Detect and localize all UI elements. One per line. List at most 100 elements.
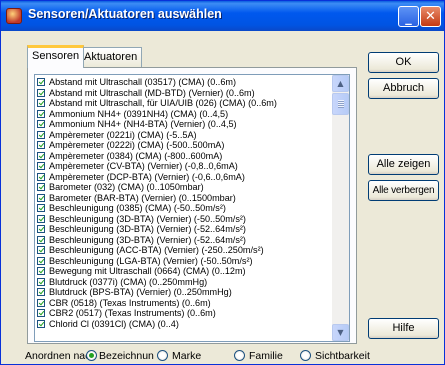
sensor-list: Abstand mit Ultraschall (03517) (CMA) (0…	[37, 77, 331, 329]
dialog-window: Sensoren/Aktuatoren auswählen _ ✕ Sensor…	[0, 0, 445, 365]
list-item[interactable]: Beschleunigung (3D-BTA) (Vernier) (-50..…	[37, 214, 331, 225]
list-item[interactable]: Abstand mit Ultraschall, für UIA/UIB (02…	[37, 98, 331, 109]
checkbox-checked-icon[interactable]	[37, 172, 45, 181]
list-item[interactable]: Beschleunigung (ACC-BTA) (Vernier) (-250…	[37, 245, 331, 256]
list-item-label: Beschleunigung (LGA-BTA) (Vernier) (-50.…	[49, 255, 253, 266]
list-item[interactable]: CBR (0518) (Texas Instruments) (0..6m)	[37, 298, 331, 309]
radio-bezeichnung[interactable]	[86, 350, 97, 361]
list-item-label: Beschleunigung (0385) (CMA) (-50..50m/s²…	[49, 203, 226, 213]
checkbox-checked-icon[interactable]	[37, 193, 45, 202]
list-item[interactable]: Chlorid Cl (0391Cl) (CMA) (0..4)	[37, 319, 331, 330]
tab-aktuatoren[interactable]: Aktuatoren	[79, 47, 143, 67]
close-button[interactable]: ✕	[420, 6, 441, 27]
list-item[interactable]: Ammonium NH4+ (0391NH4) (CMA) (0..4,5)	[37, 109, 331, 120]
list-item-label: Blutdruck (0377i) (CMA) (0..250mmHg)	[49, 276, 208, 287]
minimize-icon: _	[405, 11, 412, 26]
ok-button[interactable]: OK	[368, 52, 439, 73]
list-item-label: Beschleunigung (3D-BTA) (Vernier) (-50..…	[49, 213, 246, 224]
checkbox-checked-icon[interactable]	[37, 120, 45, 128]
list-item-label: Beschleunigung (ACC-BTA) (Vernier) (-250…	[49, 245, 264, 255]
checkbox-checked-icon[interactable]	[37, 319, 45, 328]
checkbox-checked-icon[interactable]	[37, 246, 45, 254]
window-title: Sensoren/Aktuatoren auswählen	[28, 7, 222, 21]
list-item-label: Barometer (BAR-BTA) (Vernier) (0..1500mb…	[49, 192, 236, 203]
checkbox-checked-icon[interactable]	[37, 309, 45, 317]
list-item[interactable]: Barometer (032) (CMA) (0..1050mbar)	[37, 182, 331, 193]
list-item[interactable]: Blutdruck (BPS-BTA) (Vernier) (0..250mmH…	[37, 287, 331, 298]
checkbox-checked-icon[interactable]	[37, 214, 45, 223]
checkbox-checked-icon[interactable]	[37, 109, 45, 118]
list-item-label: Beschleunigung (3D-BTA) (Vernier) (-52..…	[49, 234, 246, 245]
list-item-label: Ampèremeter (0221i) (CMA) (-5..5A)	[49, 129, 197, 140]
list-item[interactable]: Ampèremeter (0384) (CMA) (-800..600mA)	[37, 151, 331, 162]
checkbox-checked-icon[interactable]	[37, 204, 45, 212]
list-item[interactable]: Beschleunigung (3D-BTA) (Vernier) (-52..…	[37, 235, 331, 246]
list-item[interactable]: CBR2 (0517) (Texas Instruments) (0..6m)	[37, 308, 331, 319]
radio-bezeichnung-label[interactable]: Bezeichnun	[99, 350, 154, 362]
list-item[interactable]: Ampèremeter (CV-BTA) (Vernier) (-0,8..0,…	[37, 161, 331, 172]
list-item[interactable]: Ammonium NH4+ (NH4-BTA) (Vernier) (0..4,…	[37, 119, 331, 130]
list-item[interactable]: Blutdruck (0377i) (CMA) (0..250mmHg)	[37, 277, 331, 288]
scroll-down-button[interactable]: ▼	[332, 324, 349, 341]
radio-familie[interactable]	[234, 350, 245, 361]
abbruch-button[interactable]: Abbruch	[368, 78, 439, 99]
checkbox-checked-icon[interactable]	[37, 151, 45, 160]
checkbox-checked-icon[interactable]	[37, 277, 45, 286]
checkbox-checked-icon[interactable]	[37, 99, 45, 107]
checkbox-checked-icon[interactable]	[37, 88, 45, 97]
list-item-label: Ammonium NH4+ (NH4-BTA) (Vernier) (0..4,…	[49, 119, 237, 129]
title-bar[interactable]: Sensoren/Aktuatoren auswählen _ ✕	[1, 1, 444, 31]
list-item[interactable]: Barometer (BAR-BTA) (Vernier) (0..1500mb…	[37, 193, 331, 204]
checkbox-checked-icon[interactable]	[37, 141, 45, 149]
radio-sichtbarkeit[interactable]	[300, 350, 311, 361]
list-item-label: Abstand mit Ultraschall (03517) (CMA) (0…	[49, 77, 236, 87]
list-item[interactable]: Beschleunigung (0385) (CMA) (-50..50m/s²…	[37, 203, 331, 214]
sort-options: Anordnen nac Bezeichnun Marke Familie Si…	[25, 350, 445, 364]
list-item-label: Blutdruck (BPS-BTA) (Vernier) (0..250mmH…	[49, 287, 232, 297]
checkbox-checked-icon[interactable]	[37, 288, 45, 296]
vertical-scrollbar[interactable]: ▲ ▼	[332, 75, 349, 341]
tab-control: Sensoren Aktuatoren Abstand mit Ultrasch…	[27, 45, 357, 344]
scroll-up-button[interactable]: ▲	[332, 75, 349, 92]
list-item-label: Ampèremeter (0384) (CMA) (-800..600mA)	[49, 150, 223, 161]
minimize-button[interactable]: _	[398, 6, 419, 27]
list-item-label: Bewegung mit Ultraschall (0664) (CMA) (0…	[49, 266, 246, 276]
checkbox-checked-icon[interactable]	[37, 183, 45, 191]
hilfe-button[interactable]: Hilfe	[368, 318, 439, 339]
tab-sensoren[interactable]: Sensoren	[27, 45, 85, 68]
alle-verbergen-button[interactable]: Alle verbergen	[368, 180, 439, 201]
sort-label: Anordnen nac	[25, 350, 91, 362]
checkbox-checked-icon[interactable]	[37, 256, 45, 265]
checkbox-checked-icon[interactable]	[37, 298, 45, 307]
checkbox-checked-icon[interactable]	[37, 267, 45, 275]
list-item[interactable]: Beschleunigung (LGA-BTA) (Vernier) (-50.…	[37, 256, 331, 267]
list-item[interactable]: Bewegung mit Ultraschall (0664) (CMA) (0…	[37, 266, 331, 277]
checkbox-checked-icon[interactable]	[37, 162, 45, 170]
list-item[interactable]: Ampèremeter (0221i) (CMA) (-5..5A)	[37, 130, 331, 141]
list-item[interactable]: Abstand mit Ultraschall (MD-BTD) (Vernie…	[37, 88, 331, 99]
list-item-label: Chlorid Cl (0391Cl) (CMA) (0..4)	[49, 318, 179, 329]
list-item[interactable]: Ampèremeter (DCP-BTA) (Vernier) (-0,6..0…	[37, 172, 331, 183]
list-item-label: CBR (0518) (Texas Instruments) (0..6m)	[49, 297, 211, 308]
list-item-label: Beschleunigung (3D-BTA) (Vernier) (-52..…	[49, 224, 246, 234]
checkbox-checked-icon[interactable]	[37, 78, 45, 86]
radio-sichtbarkeit-label[interactable]: Sichtbarkeit	[315, 350, 370, 362]
list-item-label: Ampèremeter (0222i) (CMA) (-500..500mA)	[49, 140, 225, 150]
list-item[interactable]: Beschleunigung (3D-BTA) (Vernier) (-52..…	[37, 224, 331, 235]
list-item-label: Barometer (032) (CMA) (0..1050mbar)	[49, 182, 204, 192]
list-item[interactable]: Abstand mit Ultraschall (03517) (CMA) (0…	[37, 77, 331, 88]
checkbox-checked-icon[interactable]	[37, 235, 45, 244]
sensor-listbox[interactable]: Abstand mit Ultraschall (03517) (CMA) (0…	[34, 74, 350, 342]
list-item-label: CBR2 (0517) (Texas Instruments) (0..6m)	[49, 308, 216, 318]
alle-zeigen-button[interactable]: Alle zeigen	[368, 154, 439, 175]
radio-marke[interactable]	[157, 350, 168, 361]
scroll-up-arrow-icon: ▲	[337, 79, 344, 88]
list-item-label: Ampèremeter (CV-BTA) (Vernier) (-0,8..0,…	[49, 161, 238, 171]
radio-familie-label[interactable]: Familie	[249, 350, 283, 362]
radio-marke-label[interactable]: Marke	[172, 350, 201, 362]
scroll-thumb[interactable]	[332, 93, 349, 115]
list-item[interactable]: Ampèremeter (0222i) (CMA) (-500..500mA)	[37, 140, 331, 151]
checkbox-checked-icon[interactable]	[37, 225, 45, 233]
close-icon: ✕	[425, 9, 436, 24]
checkbox-checked-icon[interactable]	[37, 130, 45, 139]
